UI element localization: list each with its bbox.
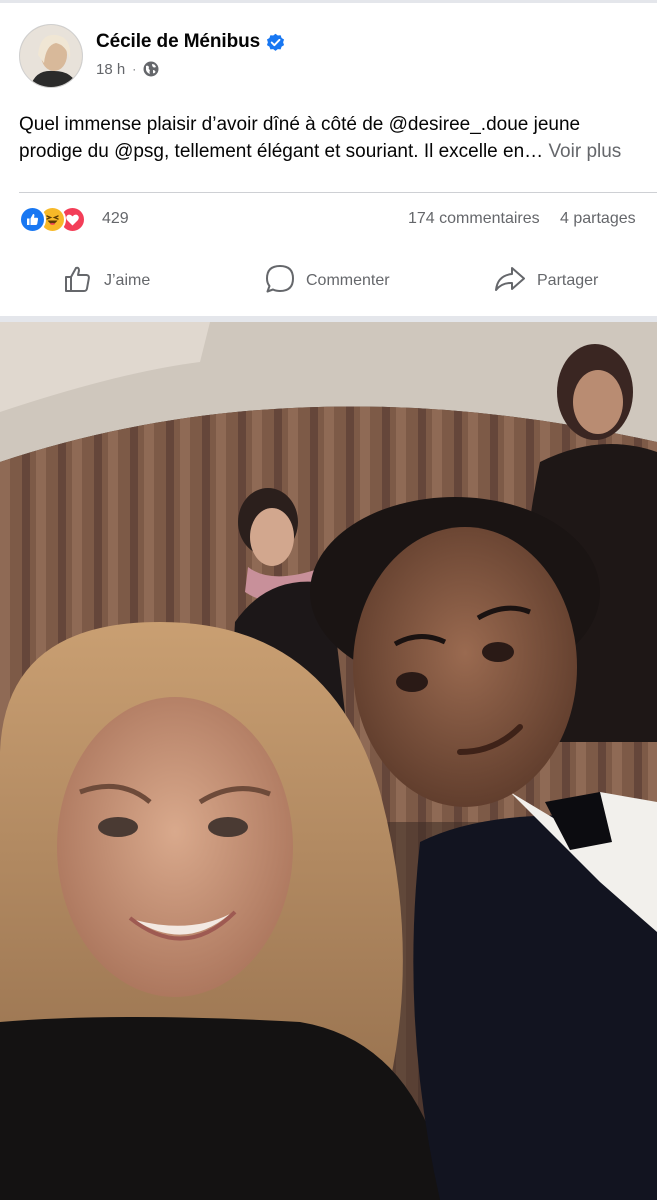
post-text: Quel immense plaisir d’avoir dîné à côté… (19, 111, 639, 165)
author-line: Cécile de Ménibus (96, 29, 285, 55)
like-label: J’aime (104, 272, 151, 289)
comment-button[interactable]: Commenter (264, 252, 390, 310)
share-label: Partager (537, 272, 599, 289)
comments-count[interactable]: 174 commentaires (408, 210, 540, 228)
shares-count[interactable]: 4 partages (560, 210, 636, 228)
action-bar: J’aime Commenter Partager (0, 252, 657, 310)
author-avatar[interactable] (19, 24, 83, 88)
post-photo[interactable] (0, 322, 657, 1200)
see-more-link[interactable]: Voir plus (548, 141, 621, 162)
post-header: Cécile de Ménibus 18 h · (0, 0, 657, 100)
reaction-icons[interactable] (19, 206, 99, 234)
share-button[interactable]: Partager (493, 252, 598, 310)
avatar-portrait (20, 25, 82, 87)
comment-label: Commenter (306, 272, 390, 289)
like-button[interactable]: J’aime (62, 252, 150, 310)
thumbs-up-icon (62, 263, 94, 300)
globe-icon (143, 61, 159, 77)
meta-separator: · (132, 62, 137, 76)
verified-badge-icon (266, 33, 285, 52)
post-meta: 18 h · (96, 58, 159, 80)
comment-bubble-icon (264, 263, 296, 300)
author-name[interactable]: Cécile de Ménibus (96, 31, 260, 53)
like-reaction-icon (19, 206, 46, 233)
text-divider (19, 192, 657, 193)
selfie-photo-illustration (0, 322, 657, 1200)
post-body: Quel immense plaisir d’avoir dîné à côté… (19, 114, 581, 162)
reaction-count[interactable]: 429 (102, 210, 129, 228)
share-arrow-icon (493, 263, 527, 300)
post-timestamp[interactable]: 18 h (96, 61, 125, 78)
